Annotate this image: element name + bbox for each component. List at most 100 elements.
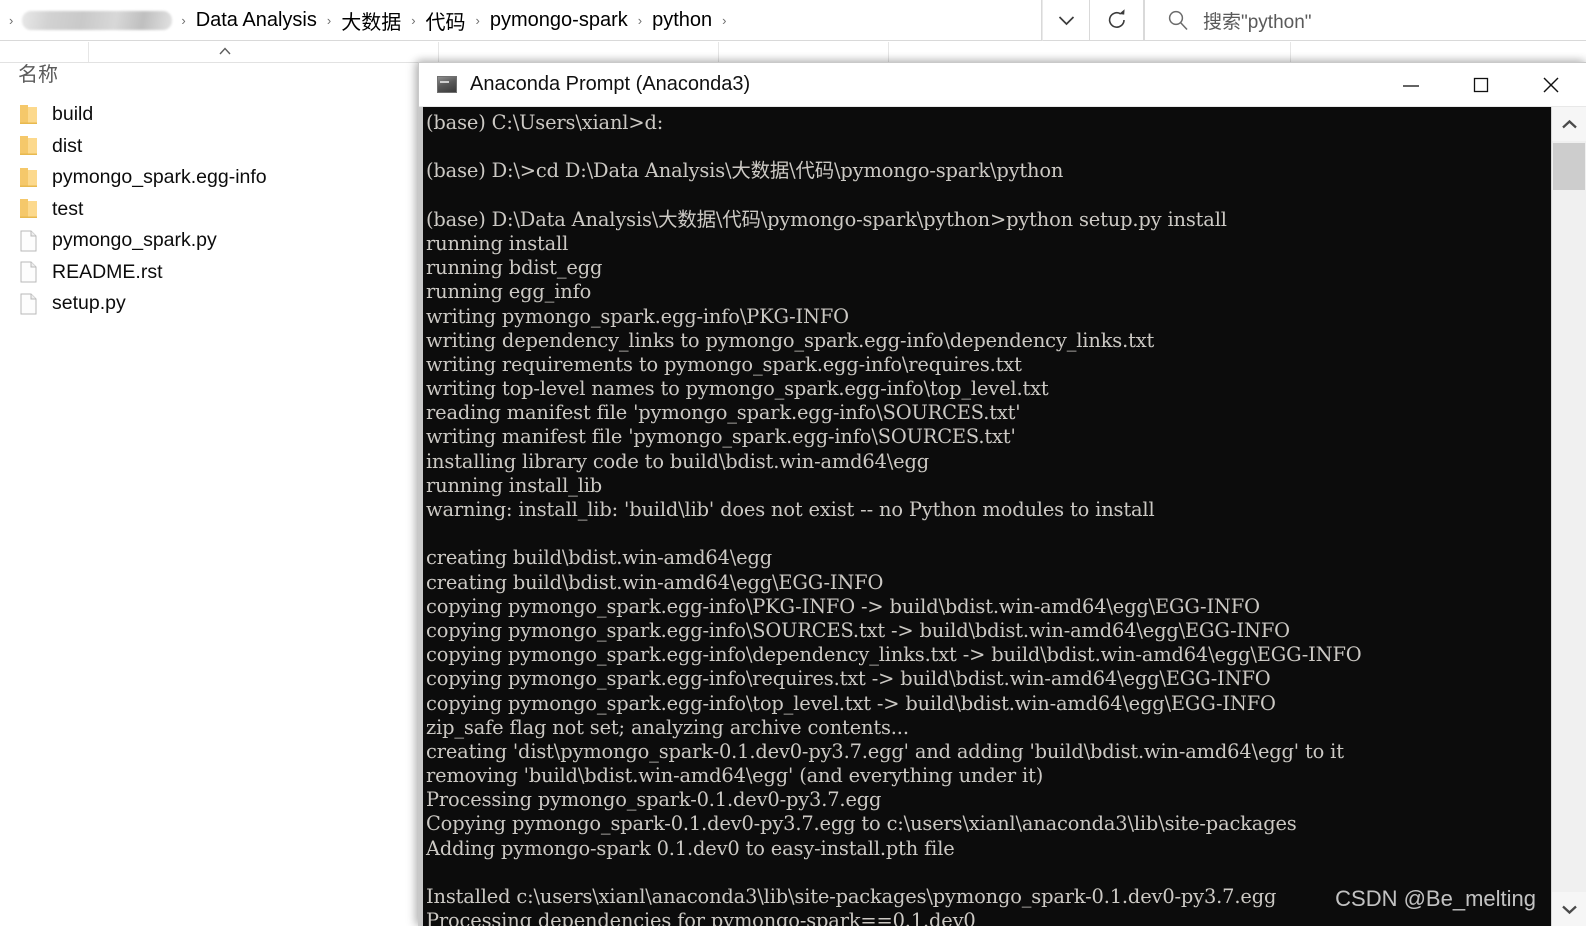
terminal-scrollbar[interactable] xyxy=(1551,107,1586,926)
terminal-line: installing library code to build\bdist.w… xyxy=(426,449,930,473)
terminal-line: copying pymongo_spark.egg-info\dependenc… xyxy=(426,643,1362,667)
terminal-line: copying pymongo_spark.egg-info\SOURCES.t… xyxy=(426,618,1290,642)
terminal-body[interactable]: (base) C:\Users\xianl>d: (base) D:\>cd D:… xyxy=(419,107,1586,926)
terminal-line: Processing dependencies for pymongo-spar… xyxy=(426,909,976,926)
list-item[interactable]: dist xyxy=(0,131,418,163)
terminal-line: Copying pymongo_spark-0.1.dev0-py3.7.egg… xyxy=(426,812,1297,836)
explorer-toolbar: › › Data Analysis › 大数据 › 代码 › pymongo-s… xyxy=(0,0,1586,41)
folder-icon xyxy=(18,134,39,158)
column-divider[interactable] xyxy=(88,42,89,62)
chevron-down-icon xyxy=(1561,905,1577,914)
maximize-icon xyxy=(1473,77,1489,92)
scroll-up-button[interactable] xyxy=(1552,107,1586,141)
breadcrumb-separator-4: › xyxy=(475,12,480,28)
breadcrumb-separator-2: › xyxy=(326,12,332,28)
address-bar[interactable]: › › Data Analysis › 大数据 › 代码 › pymongo-s… xyxy=(0,0,1042,41)
terminal-line: Installed c:\users\xianl\anaconda3\lib\s… xyxy=(426,885,1277,908)
terminal-line: running install xyxy=(426,231,569,255)
breadcrumb-item-python[interactable]: python xyxy=(649,7,715,34)
file-name: pymongo_spark.py xyxy=(52,229,217,252)
terminal-line: Processing pymongo_spark-0.1.dev0-py3.7.… xyxy=(426,788,882,812)
column-divider[interactable] xyxy=(718,42,719,62)
terminal-line: creating build\bdist.win-amd64\egg xyxy=(426,546,773,570)
breadcrumb-separator-3: › xyxy=(411,12,416,28)
breadcrumb-item-pymongo-spark[interactable]: pymongo-spark xyxy=(487,7,631,34)
breadcrumb-separator-6: › xyxy=(722,12,727,28)
breadcrumb-item-redacted[interactable] xyxy=(22,10,173,30)
column-header-row xyxy=(0,41,1586,63)
list-item[interactable]: README.rst xyxy=(0,257,418,289)
list-item[interactable]: setup.py xyxy=(0,288,418,320)
terminal-line: writing requirements to pymongo_spark.eg… xyxy=(426,352,1022,376)
folder-icon xyxy=(18,166,39,190)
terminal-line: reading manifest file 'pymongo_spark.egg… xyxy=(426,401,1021,425)
file-icon xyxy=(18,229,39,253)
search-input[interactable]: 搜索"python" xyxy=(1203,7,1312,34)
terminal-line: writing dependency_links to pymongo_spar… xyxy=(426,328,1155,352)
search-icon xyxy=(1168,10,1188,31)
terminal-line: writing top-level names to pymongo_spark… xyxy=(426,377,1049,401)
breadcrumb-separator-5: › xyxy=(637,12,643,28)
chevron-down-icon xyxy=(1058,15,1074,25)
terminal-line: warning: install_lib: 'build\lib' does n… xyxy=(426,498,1155,521)
breadcrumb-separator-0: › xyxy=(9,12,14,28)
terminal-line: zip_safe flag not set; analyzing archive… xyxy=(426,715,909,739)
scroll-down-button[interactable] xyxy=(1552,892,1586,926)
breadcrumb-item-bigdata[interactable]: 大数据 xyxy=(338,4,404,37)
terminal-line: Adding pymongo-spark 0.1.dev0 to easy-in… xyxy=(426,836,955,860)
terminal-title-bar[interactable]: Anaconda Prompt (Anaconda3) xyxy=(419,63,1586,107)
maximize-button[interactable] xyxy=(1446,63,1516,106)
terminal-line: writing manifest file 'pymongo_spark.egg… xyxy=(426,425,1016,449)
terminal-line: copying pymongo_spark.egg-info\top_level… xyxy=(426,691,1276,715)
file-name: test xyxy=(52,197,84,220)
scrollbar-thumb[interactable] xyxy=(1553,143,1585,190)
file-name: setup.py xyxy=(52,292,126,315)
terminal-line: running bdist_egg xyxy=(426,256,603,280)
terminal-output[interactable]: (base) C:\Users\xianl>d: (base) D:\>cd D:… xyxy=(423,107,1551,926)
breadcrumb-item-code[interactable]: 代码 xyxy=(423,4,469,37)
window-controls xyxy=(1376,63,1586,106)
anaconda-prompt-window[interactable]: Anaconda Prompt (Anaconda3) (base) C:\Us… xyxy=(418,62,1586,926)
address-history-dropdown-button[interactable] xyxy=(1042,0,1089,41)
breadcrumb-item-data-analysis[interactable]: Data Analysis xyxy=(193,7,320,34)
list-item[interactable]: build xyxy=(0,99,418,131)
column-divider[interactable] xyxy=(438,42,439,62)
terminal-line: copying pymongo_spark.egg-info\PKG-INFO … xyxy=(426,594,1260,618)
file-list: build dist pymongo_spark.egg-info test p… xyxy=(0,99,418,320)
column-header-name[interactable]: 名称 xyxy=(18,58,58,87)
terminal-line: creating 'dist\pymongo_spark-0.1.dev0-py… xyxy=(426,739,1344,763)
folder-icon xyxy=(18,103,39,127)
file-icon xyxy=(18,260,39,284)
column-divider[interactable] xyxy=(1290,42,1291,62)
list-item[interactable]: pymongo_spark.py xyxy=(0,225,418,257)
refresh-button[interactable] xyxy=(1089,0,1144,41)
sort-ascending-icon xyxy=(219,47,231,55)
minimize-icon xyxy=(1403,84,1419,87)
file-name: build xyxy=(52,103,94,126)
terminal-line: creating build\bdist.win-amd64\egg\EGG-I… xyxy=(426,570,884,594)
terminal-line: running install_lib xyxy=(426,473,603,497)
close-icon xyxy=(1543,77,1559,92)
list-item[interactable]: pymongo_spark.egg-info xyxy=(0,162,418,194)
search-box[interactable]: 搜索"python" xyxy=(1144,0,1586,41)
terminal-line: writing pymongo_spark.egg-info\PKG-INFO xyxy=(426,304,849,328)
minimize-button[interactable] xyxy=(1376,63,1446,106)
file-icon xyxy=(18,292,39,316)
terminal-line: running egg_info xyxy=(426,280,592,304)
file-name: README.rst xyxy=(52,260,163,283)
console-icon xyxy=(437,76,457,93)
close-button[interactable] xyxy=(1516,63,1586,106)
list-item[interactable]: test xyxy=(0,194,418,226)
terminal-line: copying pymongo_spark.egg-info\requires.… xyxy=(426,667,1271,691)
chevron-up-icon xyxy=(1561,119,1577,128)
terminal-line: (base) D:\>cd D:\Data Analysis\大数据\代码\py… xyxy=(426,159,1064,183)
refresh-icon xyxy=(1108,9,1125,28)
terminal-line: (base) D:\Data Analysis\大数据\代码\pymongo-s… xyxy=(426,207,1227,231)
file-name: pymongo_spark.egg-info xyxy=(52,166,267,189)
folder-icon xyxy=(18,197,39,221)
column-divider[interactable] xyxy=(888,42,889,62)
